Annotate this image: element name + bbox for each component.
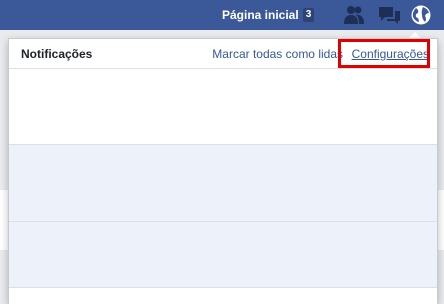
notifications-title: Notificações [21, 47, 93, 61]
notification-item[interactable] [9, 222, 437, 288]
notification-item[interactable] [9, 145, 437, 222]
background-card [0, 190, 8, 250]
globe-icon[interactable] [409, 4, 433, 26]
notification-item[interactable] [9, 69, 437, 145]
mark-all-read-link[interactable]: Marcar todas como lidas [212, 47, 343, 61]
top-bar: Página inicial 3 [0, 0, 444, 30]
notifications-dropdown: Notificações Marcar todas como lidas Con… [8, 38, 438, 304]
notification-item[interactable] [9, 288, 437, 304]
home-label: Página inicial [222, 8, 299, 22]
home-count-badge: 3 [302, 8, 315, 22]
friends-icon[interactable] [342, 4, 366, 26]
settings-highlight-box [338, 39, 430, 68]
messages-icon[interactable] [377, 4, 401, 26]
home-link[interactable]: Página inicial 3 [222, 6, 315, 24]
